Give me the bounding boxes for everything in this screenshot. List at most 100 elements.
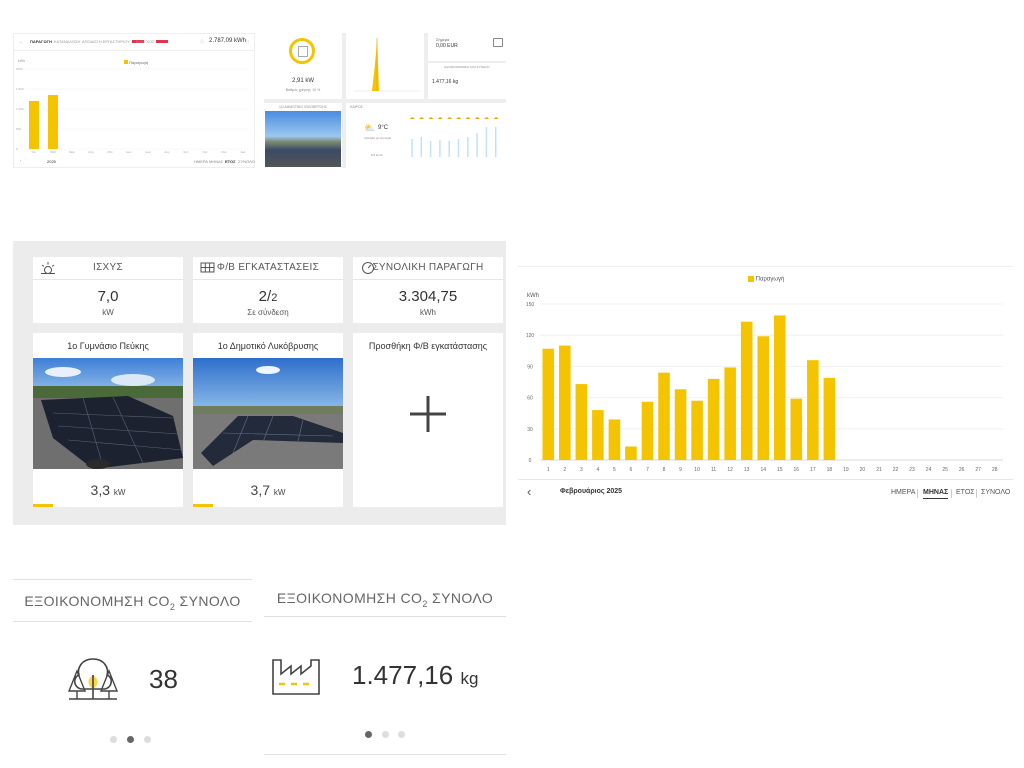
mini-tab-lab[interactable]: ΑΠΟΔΟΣΗ ΕΡΓΑΣΤΗΡΙΟΥ <box>82 39 144 44</box>
mini-tab-consumption[interactable]: ΚΑΤΑΝΑΛΩΣΗ <box>54 39 80 44</box>
co2-left-title: ΕΞΟΙΚΟΝΟΜΗΣΗ CO2 ΣΥΝΟΛΟ <box>24 593 241 612</box>
mini-year: 2025 <box>47 159 56 164</box>
mini-power-value: 2,91 kW <box>291 78 314 84</box>
x-tick-label: 3 <box>580 467 583 473</box>
plant-1-name: 1ο Γυμνάσιο Πεύκης <box>67 341 149 351</box>
mini-month-label: Ιαν <box>32 150 37 154</box>
bar-day-12 <box>724 367 736 460</box>
mini-weather-label: ΚΑΙΡΟΣ <box>350 105 363 109</box>
mini-dashboard-panel: 2,91 kW Βαθμός χρήσης: 19 % Σήμερα 0,00 … <box>264 33 506 168</box>
mini-nav-day[interactable]: ΗΜΕΡΑ <box>194 159 208 164</box>
mini-month-label: Ιουν <box>126 150 132 154</box>
total-card-title: ΣΥΝΟΛΙΚΗ ΠΑΡΑΓΩΓΗ <box>372 262 484 273</box>
plants-value: 2/2 <box>258 288 278 305</box>
plant-card-2[interactable]: 1ο Δημοτικό Λυκόβρυσης 3,7 kW <box>193 333 343 507</box>
gauge-icon <box>362 262 374 274</box>
bar-day-8 <box>658 372 670 460</box>
carousel-dot-1[interactable] <box>110 736 117 743</box>
mini-y-unit: kWh <box>18 59 25 63</box>
x-tick-label: 24 <box>926 467 932 473</box>
x-tick-label: 11 <box>711 467 716 473</box>
mini-bar-feb <box>48 95 58 149</box>
plus-icon[interactable] <box>408 394 448 434</box>
mini-forecast-icon: ☁ <box>465 115 470 121</box>
mini-forecast-icon: ☁ <box>428 115 433 121</box>
mini-production-panel: ← ΠΑΡΑΓΩΓΗ ΚΑΤΑΝΑΛΩΣΗ ΑΠΟΔΟΣΗ ΕΡΓΑΣΤΗΡΙΟ… <box>13 33 255 168</box>
mini-info-icon[interactable]: ⓘ <box>200 39 204 45</box>
y-tick-label: 150 <box>526 302 535 308</box>
mini-co2-label: ΕΞΟΙΚΟΝΟΜΗΣΗ CO2 ΣΥΝΟΛΟ <box>444 65 490 69</box>
sun-icon <box>41 262 55 274</box>
total-value: 3.304,75 <box>398 288 458 305</box>
chart-period: Φεβρουάριος 2025 <box>560 488 623 495</box>
bar-day-2 <box>559 345 571 460</box>
bar-day-1 <box>542 348 555 460</box>
mini-forecast-icon: ☁ <box>475 115 480 121</box>
chart-tab-day[interactable]: ΗΜΕΡΑ <box>891 489 915 496</box>
mini-nav-year[interactable]: ΕΤΟΣ <box>225 159 236 164</box>
plant-2-progress <box>193 504 213 507</box>
chart-bottom-divider <box>518 479 1013 480</box>
x-tick-label: 8 <box>663 467 666 473</box>
x-tick-label: 26 <box>959 467 965 473</box>
mini-efficiency: Βαθμός χρήσης: 19 % <box>285 88 321 92</box>
chart-tab-year[interactable]: ΕΤΟΣ <box>956 489 975 496</box>
carousel-dot-3[interactable] <box>398 731 405 738</box>
mini-forecast-icon: ☁ <box>447 115 452 121</box>
mini-fullscreen-icon[interactable]: ⛶ <box>246 39 249 44</box>
bar-day-3 <box>575 384 588 460</box>
plants-card: Φ/Β ΕΓΚΑΤΑΣΤΑΣΕΙΣ 2/2 Σε σύνδεση <box>193 257 343 323</box>
power-card-title: ΙΣΧΥΣ <box>93 262 123 273</box>
x-tick-label: 7 <box>646 467 649 473</box>
bar-day-17 <box>807 360 819 460</box>
x-tick-label: 19 <box>843 467 849 473</box>
factory-icon <box>272 659 320 695</box>
mini-year-chart: kWh 2000 1.500 1.000 500 0 Ιαν Φεβ Μαρ Απρ Μαϊ Ιο… <box>16 59 250 154</box>
x-tick-label: 2 <box>563 467 566 473</box>
mini-tab-control[interactable]: ΕΛΕΓΧΟΣ <box>136 39 169 44</box>
carousel-dot-2[interactable] <box>127 736 134 743</box>
mini-y-tick: 1.000 <box>16 107 24 111</box>
mini-co2-card: ΕΞΟΙΚΟΝΟΜΗΣΗ CO2 ΣΥΝΟΛΟ 1.477,16 kg <box>428 63 506 99</box>
chart-tab-month[interactable]: ΜΗΝΑΣ <box>923 489 949 499</box>
x-tick-label: 16 <box>794 467 800 473</box>
carousel-dot-2[interactable] <box>382 731 389 738</box>
carousel-dot-1[interactable] <box>365 731 372 738</box>
x-tick-label: 15 <box>777 467 783 473</box>
mini-month-label: Φεβ <box>50 150 56 154</box>
x-tick-label: 6 <box>630 467 633 473</box>
bar-day-16 <box>790 398 803 460</box>
mini-forecast-icon: ☁ <box>437 115 442 121</box>
plants-card-header: Φ/Β ΕΓΚΑΤΑΣΤΑΣΕΙΣ <box>193 257 343 280</box>
x-tick-label: 10 <box>694 467 700 473</box>
mini-y-tick: 500 <box>16 127 21 131</box>
mini-back-icon[interactable]: ← <box>19 39 23 44</box>
mini-calendar-icon[interactable] <box>493 38 503 47</box>
mini-weather-icon: ⛅ <box>364 123 376 133</box>
plant-card-1[interactable]: 1ο Γυμνάσιο Πεύκης 3,3 kW <box>33 333 183 507</box>
bar-day-15 <box>773 315 786 460</box>
y-tick-label: 120 <box>526 333 535 339</box>
carousel-dot-3[interactable] <box>144 736 151 743</box>
x-tick-label: 27 <box>975 467 981 473</box>
mini-power-card: 2,91 kW Βαθμός χρήσης: 19 % <box>264 33 342 99</box>
mini-forecast: ☁ ☁ ☁ ☁ ☁ ☁ ☁ ☁ ☁ ☁ <box>410 115 498 157</box>
add-plant-card[interactable]: Προσθήκη Φ/Β εγκατάστασης <box>353 333 503 507</box>
mini-line-chart <box>346 33 424 99</box>
solar-panel-icon <box>200 262 215 273</box>
mini-prev-icon[interactable]: ‹ <box>20 158 21 163</box>
mini-forecast-icon: ☁ <box>484 115 489 121</box>
mini-tab-production[interactable]: ΠΑΡΑΓΩΓΗ <box>30 39 52 44</box>
total-card-header: ΣΥΝΟΛΙΚΗ ΠΑΡΑΓΩΓΗ <box>353 257 503 280</box>
chart-plot: kWh03060901201501 2 3 4 5 6 7 8 9 10 11 12 13 14 15 16 1… <box>526 293 1003 473</box>
chart-prev-icon[interactable]: ‹ <box>527 484 531 499</box>
chart-tab-total[interactable]: ΣΥΝΟΛΟ <box>981 489 1010 496</box>
y-tick-label: 0 <box>529 458 532 464</box>
mini-nav-total[interactable]: ΣΥΝΟΛΟ <box>238 159 255 164</box>
mini-month-label: Αυγ <box>164 150 170 154</box>
plant-1-photo <box>33 358 183 469</box>
mini-wind: 8.0 km/h <box>371 153 383 157</box>
mini-nav-month[interactable]: ΜΗΝΑΣ <box>209 159 223 164</box>
x-tick-label: 28 <box>992 467 998 473</box>
plant-2-photo <box>193 358 343 469</box>
